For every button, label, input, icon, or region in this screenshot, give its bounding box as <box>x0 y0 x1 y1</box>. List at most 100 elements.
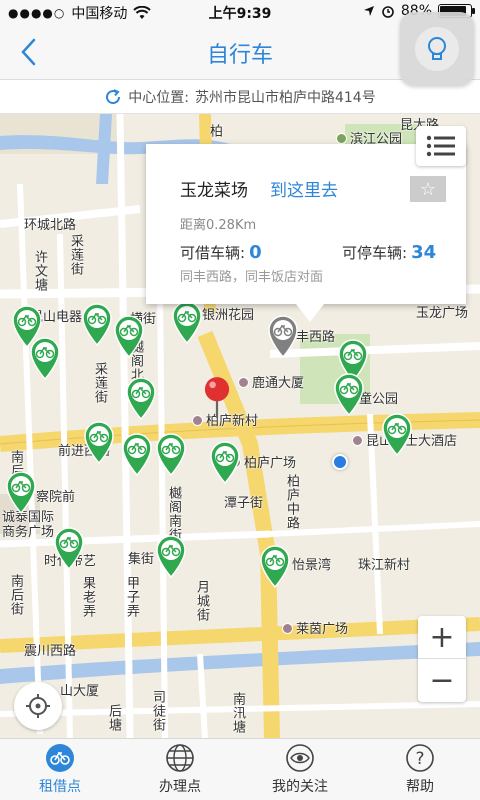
map-label: 南后街 <box>8 574 23 616</box>
location-arrow-icon <box>363 6 374 16</box>
building-icon <box>238 377 249 388</box>
tab-label: 租借点 <box>39 779 81 795</box>
bike-station-pin[interactable] <box>124 376 158 421</box>
favorite-button[interactable]: ☆ <box>410 176 446 202</box>
bike-station-pin[interactable] <box>80 302 114 347</box>
station-address: 同丰西路，同丰饭店对面 <box>180 270 324 285</box>
map-label: 采莲街 <box>92 362 107 404</box>
map-label: 银洲花园 <box>202 308 255 323</box>
map-label: 玉龙广场 <box>416 306 469 321</box>
center-marker-pin <box>200 376 230 418</box>
tab-rental-points[interactable]: 租借点 <box>0 739 120 800</box>
bike-pin-icon <box>82 303 112 347</box>
list-icon <box>426 135 455 157</box>
tab-label: 办理点 <box>159 779 201 795</box>
map-label: 山大厦 <box>60 684 100 699</box>
map-label: 莱茵广场 <box>282 618 348 637</box>
zoom-control: + − <box>418 616 466 702</box>
shop-icon <box>282 623 293 634</box>
lightbulb-hand-icon <box>428 37 446 60</box>
borrow-count-row: 可借车辆: 0 <box>180 242 262 263</box>
bike-station-pin[interactable] <box>112 314 146 359</box>
user-location-dot <box>332 454 348 470</box>
zoom-in-button[interactable]: + <box>418 616 466 659</box>
bike-pin-icon <box>382 413 412 457</box>
bike-station-pin[interactable] <box>4 470 38 515</box>
selected-station-pin[interactable] <box>266 314 300 359</box>
tab-my-favorites[interactable]: 我的关注 <box>240 739 360 800</box>
bike-pin-icon <box>260 545 290 589</box>
return-count-row: 可停车辆: 34 <box>342 242 436 263</box>
bike-station-pin[interactable] <box>208 440 242 485</box>
tab-label: 我的关注 <box>272 779 328 795</box>
borrow-label: 可借车辆: <box>180 244 246 262</box>
list-view-button[interactable] <box>416 126 466 166</box>
map-label: 察院前 <box>36 490 76 505</box>
map-label: 鹿通大厦 <box>238 372 304 391</box>
station-distance: 距离0.28Km <box>180 218 257 233</box>
bike-pin-icon <box>54 527 84 571</box>
map-label: 南汛塘 <box>230 692 245 734</box>
map-label: 后塘 <box>106 704 121 732</box>
center-location-address: 苏州市昆山市柏庐中路414号 <box>194 89 376 106</box>
map-label: 怡景湾 <box>292 558 332 573</box>
bike-pin-icon <box>334 373 364 417</box>
bike-station-pin[interactable] <box>52 526 86 571</box>
bike-pin-icon <box>114 315 144 359</box>
tab-help[interactable]: ? 帮助 <box>360 739 480 800</box>
navigate-here-link[interactable]: 到这里去 <box>270 176 338 201</box>
locate-me-button[interactable] <box>14 682 62 730</box>
return-label: 可停车辆: <box>342 244 408 262</box>
map-label: 柏 <box>207 124 222 138</box>
bike-icon <box>46 744 74 772</box>
bike-station-pin[interactable] <box>82 420 116 465</box>
bike-station-pin[interactable] <box>120 432 154 477</box>
map-label: 果老弄 <box>80 576 95 618</box>
assistive-touch-button[interactable] <box>400 12 474 86</box>
map-label: 珠江新村 <box>358 558 411 573</box>
map-label: 甲子弄 <box>124 576 139 618</box>
tab-label: 帮助 <box>406 779 434 795</box>
map-label: 采莲街 <box>68 234 83 276</box>
map-label: 环城北路 <box>24 218 77 233</box>
refresh-icon[interactable] <box>104 88 122 106</box>
park-icon <box>336 133 347 144</box>
center-location-bar[interactable]: 中心位置: 苏州市昆山市柏庐中路414号 <box>0 80 480 114</box>
eye-icon <box>286 744 314 772</box>
bike-pin-icon <box>6 471 36 515</box>
bike-station-pin[interactable] <box>332 372 366 417</box>
bike-pin-icon <box>126 377 156 421</box>
bike-pin-icon <box>210 441 240 485</box>
bike-station-pin[interactable] <box>154 432 188 477</box>
tab-service-points[interactable]: 办理点 <box>120 739 240 800</box>
map-label: 柏庐中路 <box>284 474 299 530</box>
bike-station-pin[interactable] <box>258 544 292 589</box>
map-label: 司徒街 <box>150 690 165 732</box>
bike-pin-icon <box>30 337 60 381</box>
help-icon: ? <box>406 744 434 772</box>
bike-station-pin[interactable] <box>380 412 414 457</box>
station-info-popup[interactable]: 玉龙菜场 到这里去 ☆ 距离0.28Km 可借车辆: 0 可停车辆: 34 同丰西路… <box>146 144 466 322</box>
map-label: 集街 <box>128 552 155 567</box>
zoom-out-button[interactable]: − <box>418 659 466 702</box>
bike-pin-icon <box>122 433 152 477</box>
map-label: 潭子街 <box>224 496 264 511</box>
globe-icon <box>166 744 194 772</box>
bike-pin-icon <box>84 421 114 465</box>
map-view[interactable]: 昆太路 滨江公园 柏 环城北路 许文塘 采莲街 昆山电器 横街 银洲花园 玉龙广… <box>0 114 480 738</box>
map-label: 丰西路 <box>296 330 336 345</box>
map-label-text: 莱茵广场 <box>296 622 349 637</box>
hotel-icon <box>352 435 363 446</box>
bike-station-pin[interactable] <box>28 336 62 381</box>
map-label: 月城街 <box>194 580 209 622</box>
bike-station-pin[interactable] <box>170 300 204 345</box>
crosshair-icon <box>26 694 50 718</box>
bike-pin-icon <box>172 301 202 345</box>
return-count: 34 <box>411 242 437 263</box>
bike-station-pin[interactable] <box>154 534 188 579</box>
svg-text:?: ? <box>415 749 424 769</box>
map-marker-icon <box>204 377 230 418</box>
map-label-text: 柏庐广场 <box>244 456 297 471</box>
bike-pin-icon <box>156 535 186 579</box>
center-location-label: 中心位置: <box>128 89 189 106</box>
